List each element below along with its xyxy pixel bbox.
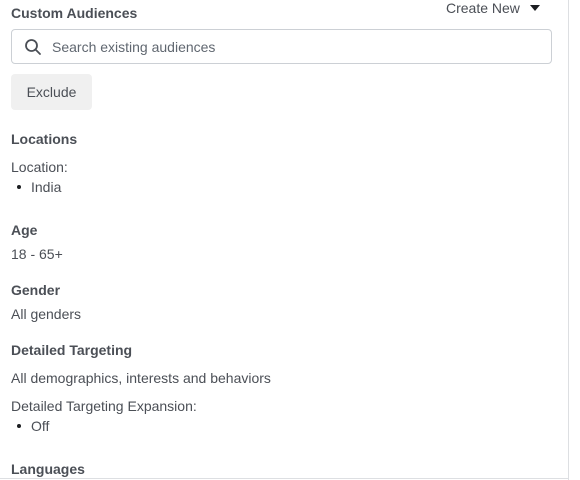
- detailed-targeting-expansion-label: Detailed Targeting Expansion:: [11, 398, 197, 414]
- create-new-dropdown[interactable]: Create New: [446, 0, 540, 18]
- gender-value: All genders: [11, 306, 82, 322]
- custom-audiences-heading: Custom Audiences: [11, 5, 138, 21]
- locations-heading: Locations: [11, 131, 78, 147]
- create-new-label: Create New: [446, 0, 520, 16]
- bullet-icon: [17, 424, 21, 428]
- expansion-item: Off: [11, 417, 49, 435]
- age-value: 18 - 65+: [11, 246, 63, 262]
- audience-search-input[interactable]: [52, 32, 532, 61]
- bullet-icon: [17, 185, 21, 189]
- exclude-button[interactable]: Exclude: [11, 74, 92, 110]
- detailed-targeting-value: All demographics, interests and behavior…: [11, 370, 271, 386]
- search-icon: [24, 38, 42, 56]
- panel-divider: [568, 0, 569, 480]
- audience-panel: Custom Audiences Create New Exclude Loca…: [0, 0, 580, 480]
- location-item: India: [11, 178, 61, 196]
- expansion-item-text: Off: [31, 418, 50, 434]
- bottom-divider: [0, 478, 568, 479]
- location-label: Location:: [11, 159, 68, 175]
- detailed-targeting-heading: Detailed Targeting: [11, 342, 133, 358]
- location-item-text: India: [31, 179, 62, 195]
- gender-heading: Gender: [11, 282, 61, 298]
- caret-down-icon: [529, 5, 540, 11]
- age-heading: Age: [11, 222, 38, 238]
- languages-heading: Languages: [11, 461, 85, 477]
- audience-search-box[interactable]: [11, 29, 552, 64]
